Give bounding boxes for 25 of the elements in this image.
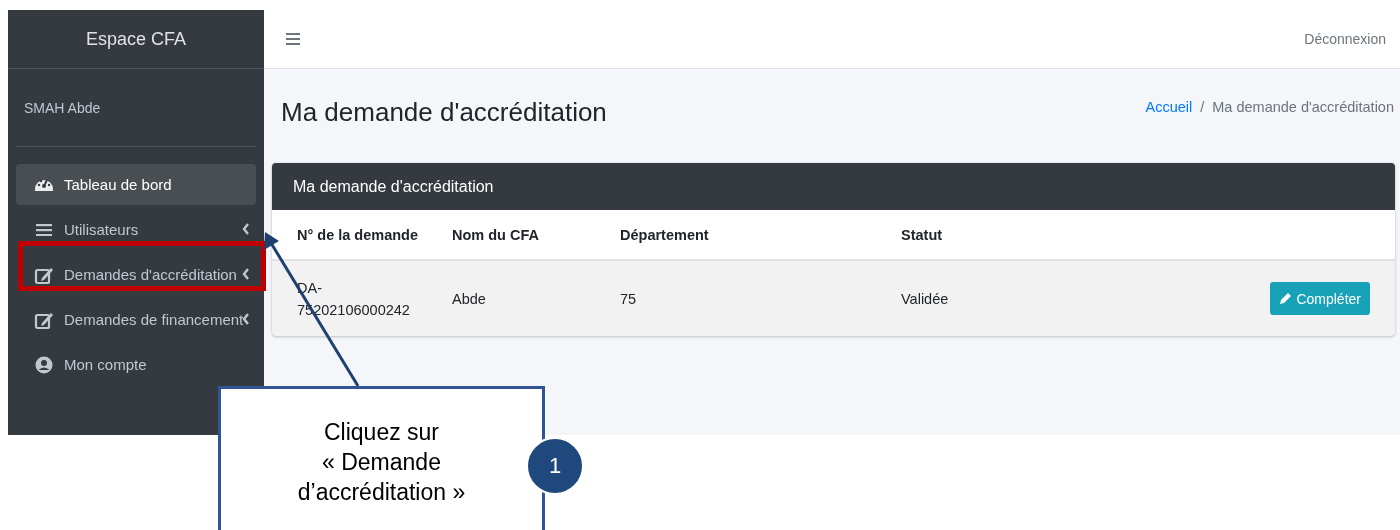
user-icon <box>34 354 54 375</box>
table-cell-text: Abde <box>452 289 486 309</box>
column-header: Nom du CFA <box>427 210 595 260</box>
sidebar-item[interactable]: Tableau de bord <box>16 164 256 205</box>
sidebar-item[interactable]: Demandes d'accréditation <box>16 254 256 295</box>
breadcrumb-current: Ma demande d'accréditation <box>1212 99 1394 115</box>
logout-link[interactable]: Déconnexion <box>1304 31 1386 47</box>
table-cell-text: Validée <box>901 289 949 309</box>
sidebar-item[interactable]: Demandes de financement <box>16 299 256 340</box>
breadcrumb-separator: / <box>1200 99 1205 115</box>
column-header: N° de la demande <box>272 210 427 260</box>
menu-icon <box>286 33 300 45</box>
column-header: Département <box>595 210 876 260</box>
user-name: SMAH Abde <box>16 69 256 147</box>
table-cell-text: 75 <box>620 289 637 309</box>
step-number: 1 <box>526 437 584 495</box>
pencil-icon <box>1279 292 1293 305</box>
breadcrumb-link[interactable]: Accueil <box>1145 99 1193 115</box>
card-title: Ma demande d'accréditation <box>293 177 494 196</box>
sidebar-item[interactable]: Utilisateurs <box>16 209 256 250</box>
instruction-text: Cliquez sur « Demande d’accréditation » <box>297 418 466 507</box>
page-title: Ma demande d'accréditation <box>281 96 607 128</box>
column-header: Statut <box>876 210 1046 260</box>
list-icon <box>36 223 52 236</box>
sidebar-item[interactable]: Mon compte <box>16 344 256 385</box>
